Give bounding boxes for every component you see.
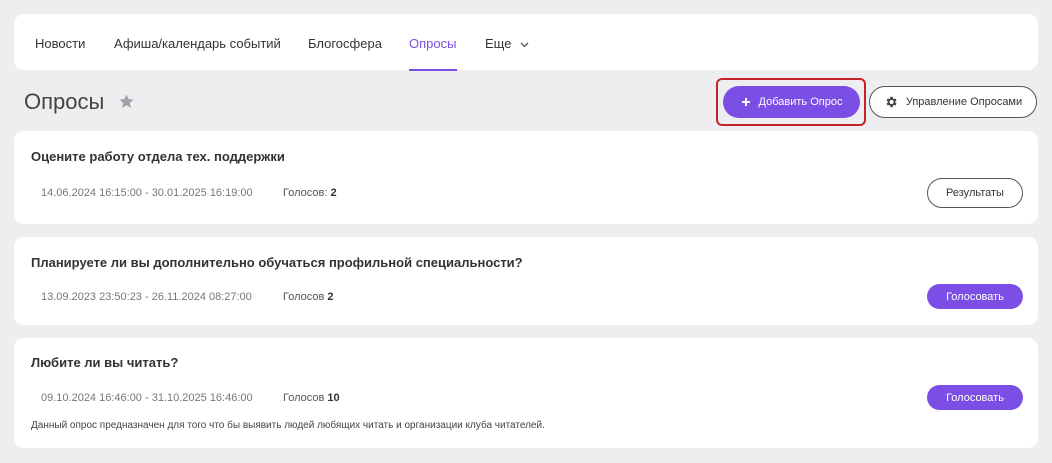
poll-votes-label: Голосов: [283,187,328,199]
manage-polls-button[interactable]: Управление Опросами [869,86,1037,118]
nav-item-more[interactable]: Еще [485,36,529,51]
chevron-down-icon [520,42,529,47]
poll-dates: 14.06.2024 16:15:00 - 30.01.2025 16:19:0… [41,187,253,199]
nav-item-blogs[interactable]: Блогосфера [308,36,382,51]
poll-votes-count: 2 [330,187,337,199]
page-title: Опросы [24,89,105,114]
manage-polls-label: Управление Опросами [905,96,1023,108]
poll-votes-count: 10 [327,392,340,404]
top-nav: Новости Афиша/календарь событий Блогосфе… [14,14,1038,71]
nav-item-events[interactable]: Афиша/календарь событий [114,36,281,51]
poll-title[interactable]: Оцените работу отдела тех. поддержки [31,149,285,164]
gear-icon [886,96,897,108]
add-poll-label: Добавить Опрос [758,96,843,108]
poll-votes: Голосов 2 [283,291,334,303]
poll-votes-label: Голосов [283,392,325,404]
poll-card: Планируете ли вы дополнительно обучаться… [14,237,1038,325]
poll-dates: 13.09.2023 23:50:23 - 26.11.2024 08:27:0… [41,291,252,303]
add-poll-button[interactable]: Добавить Опрос [723,86,860,118]
poll-votes-label: Голосов [283,291,325,303]
poll-description: Данный опрос предназначен для того что б… [31,420,545,431]
vote-button[interactable]: Голосовать [927,284,1023,309]
poll-votes-count: 2 [327,291,334,303]
poll-title[interactable]: Планируете ли вы дополнительно обучаться… [31,255,523,270]
active-tab-indicator [409,69,457,71]
star-icon[interactable] [118,93,135,110]
nav-item-news[interactable]: Новости [35,36,85,51]
poll-dates: 09.10.2024 16:46:00 - 31.10.2025 16:46:0… [41,392,253,404]
nav-item-polls[interactable]: Опросы [409,36,456,51]
poll-title[interactable]: Любите ли вы читать? [31,355,178,370]
results-button[interactable]: Результаты [927,178,1023,208]
poll-votes: Голосов: 2 [283,187,337,199]
poll-card: Любите ли вы читать? 09.10.2024 16:46:00… [14,338,1038,448]
poll-card: Оцените работу отдела тех. поддержки 14.… [14,131,1038,224]
nav-item-more-label: Еще [485,36,512,51]
vote-button[interactable]: Голосовать [927,385,1023,410]
plus-icon [741,98,750,106]
poll-votes: Голосов 10 [283,392,340,404]
